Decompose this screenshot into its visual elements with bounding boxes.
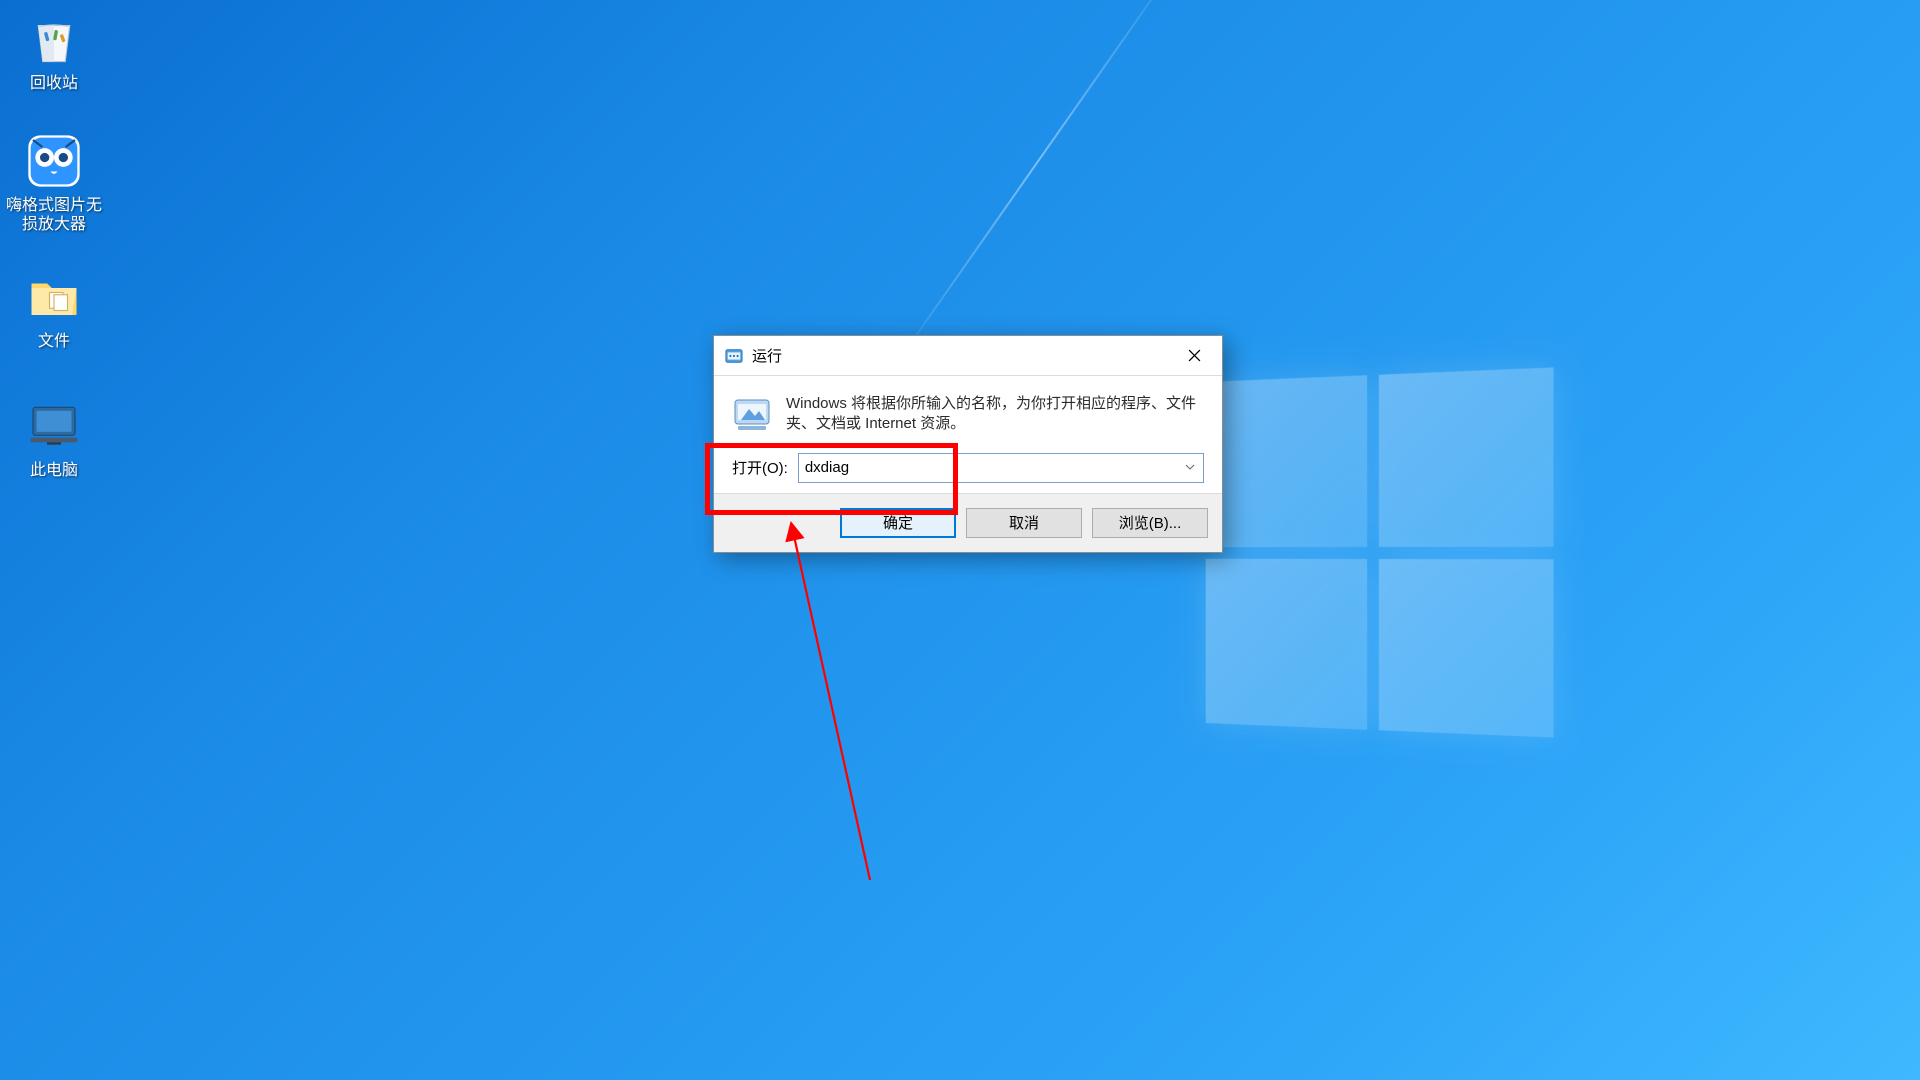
close-icon (1188, 349, 1201, 362)
open-combobox[interactable] (798, 453, 1204, 483)
ok-button[interactable]: 确定 (840, 508, 956, 538)
open-label: 打开(O): (732, 457, 788, 478)
desktop-icon-label: 文件 (38, 332, 70, 351)
folder-icon (23, 266, 85, 328)
desktop-icon-label: 此电脑 (30, 461, 78, 480)
dialog-description: Windows 将根据你所输入的名称，为你打开相应的程序、文件夹、文档或 Int… (786, 394, 1204, 435)
recycle-bin-icon (23, 8, 85, 70)
open-input[interactable] (798, 453, 1204, 483)
desktop-icon-this-pc[interactable]: 此电脑 (6, 395, 102, 480)
desktop-icon-label: 回收站 (30, 74, 78, 93)
desktop-icon-folder[interactable]: 文件 (6, 266, 102, 351)
desktop-icon-recycle-bin[interactable]: 回收站 (6, 8, 102, 93)
dialog-title: 运行 (752, 345, 1166, 366)
owl-app-icon (23, 130, 85, 192)
run-dialog: 运行 Windows 将根据你所输入的名称，为你打开相应的程序、文件夹、文档或 … (713, 335, 1223, 553)
desktop-icon-app[interactable]: 嗨格式图片无损放大器 (6, 130, 102, 234)
run-dialog-icon (724, 346, 744, 366)
this-pc-icon (23, 395, 85, 457)
desktop-icon-label: 嗨格式图片无损放大器 (6, 196, 102, 234)
close-button[interactable] (1166, 336, 1222, 376)
windows-logo-backdrop (1206, 367, 1554, 737)
dialog-titlebar[interactable]: 运行 (714, 336, 1222, 376)
browse-button[interactable]: 浏览(B)... (1092, 508, 1208, 538)
cancel-button[interactable]: 取消 (966, 508, 1082, 538)
run-body-icon (732, 394, 772, 434)
